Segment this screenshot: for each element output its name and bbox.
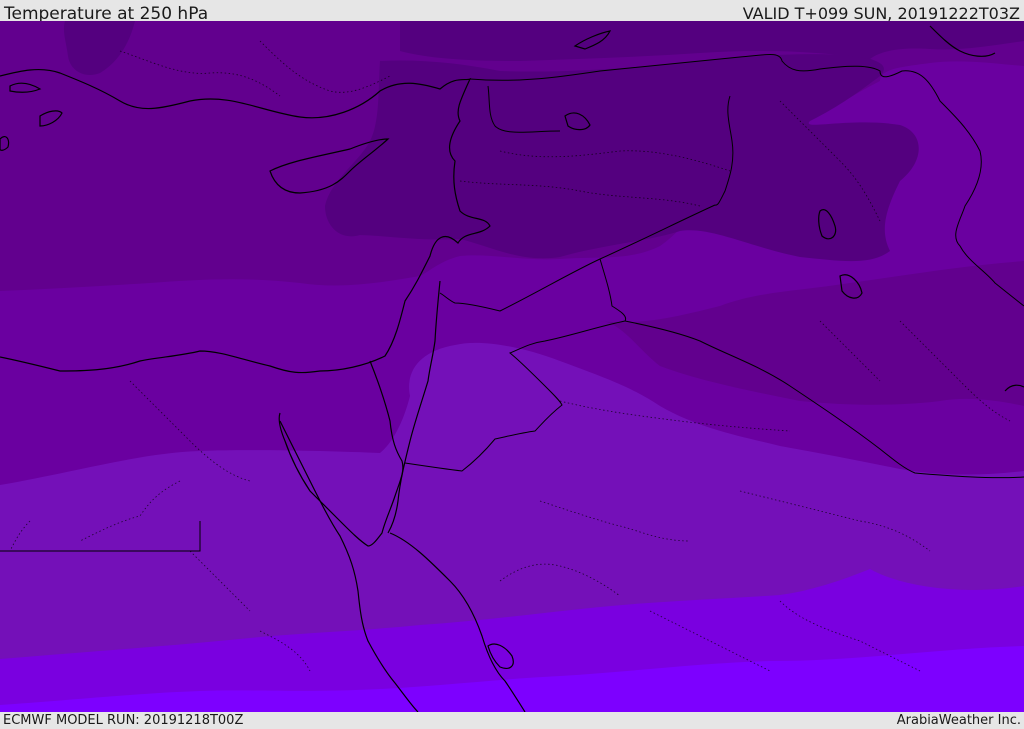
map-footer: ECMWF MODEL RUN: 20191218T00Z ArabiaWeat… bbox=[0, 712, 1024, 729]
map-header: Temperature at 250 hPa VALID T+099 SUN, … bbox=[0, 0, 1024, 24]
model-run-label: ECMWF MODEL RUN: 20191218T00Z bbox=[3, 713, 244, 728]
credit-label: ArabiaWeather Inc. bbox=[896, 713, 1021, 728]
map-canvas bbox=[0, 21, 1024, 712]
temperature-map[interactable] bbox=[0, 21, 1024, 712]
band-coldest bbox=[325, 54, 919, 262]
